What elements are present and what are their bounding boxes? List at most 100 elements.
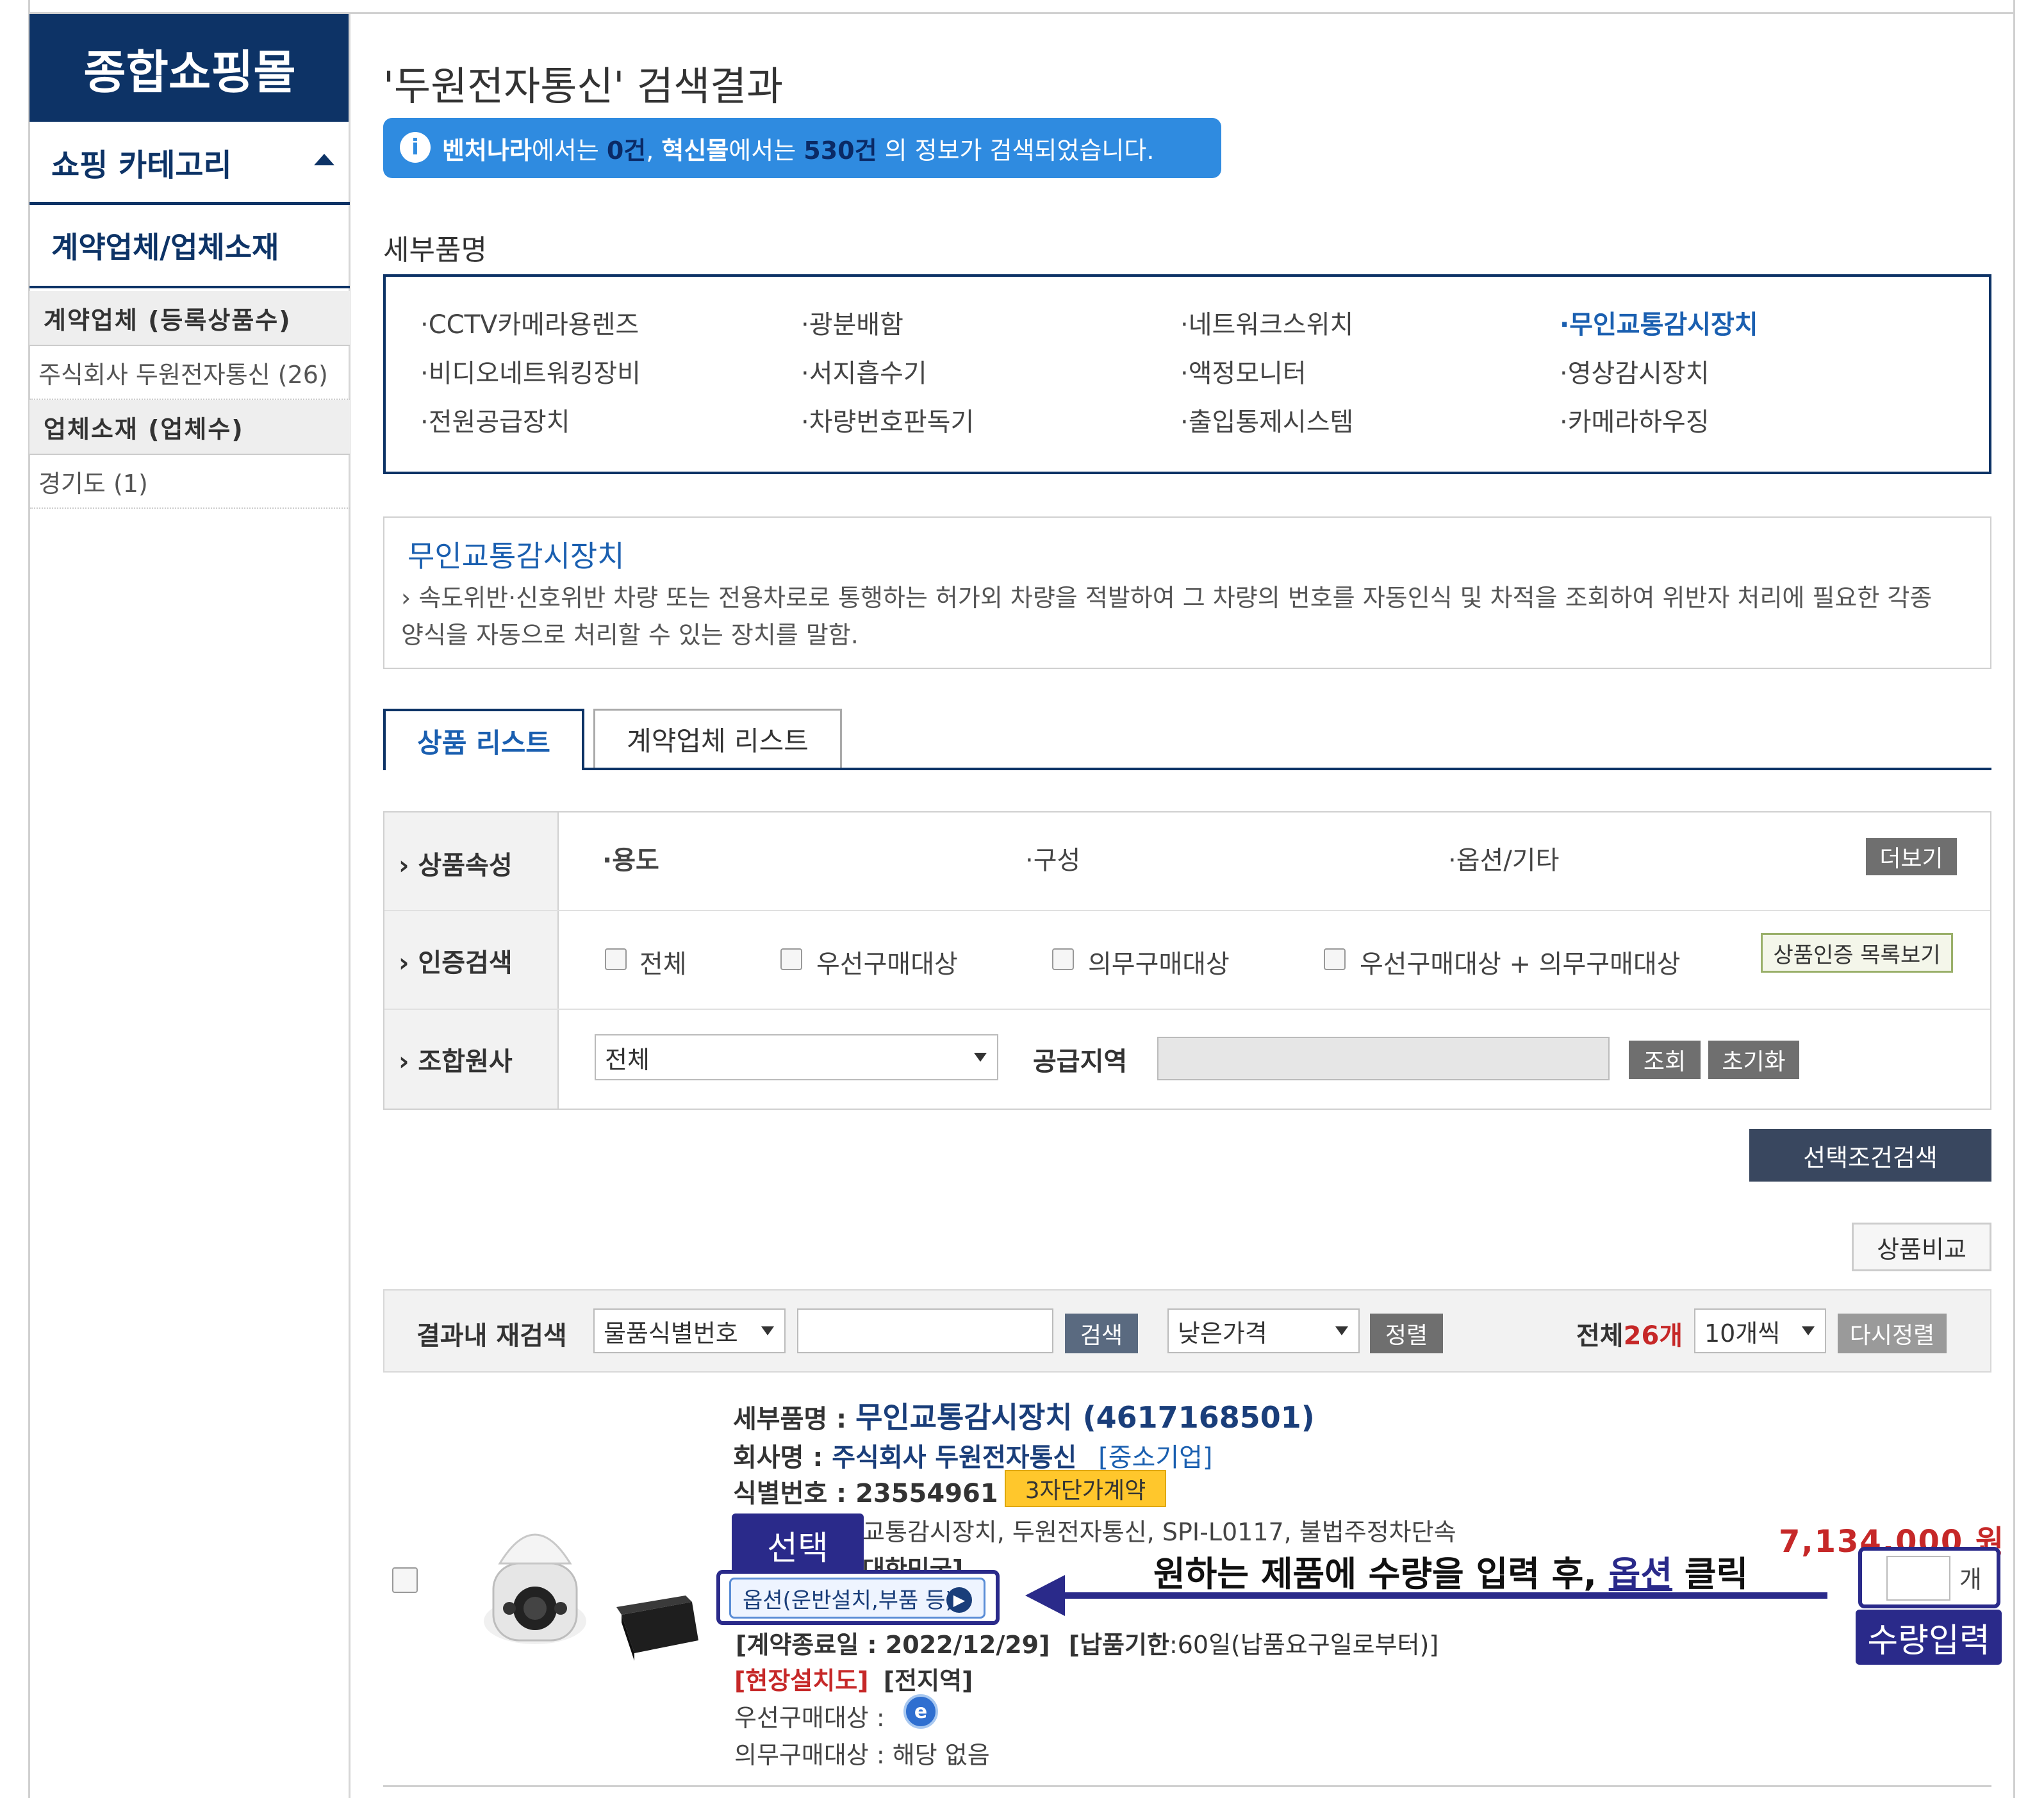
quantity-callout-label: 수량입력 — [1856, 1610, 2002, 1665]
top-border — [28, 0, 2015, 14]
right-border — [2013, 0, 2015, 1798]
category-item[interactable]: ·광분배함 — [801, 304, 903, 341]
contract-company-heading[interactable]: 계약업체/업체소재 — [29, 205, 350, 288]
tab-underline — [383, 768, 1991, 770]
union-select[interactable]: 전체 — [595, 1034, 998, 1080]
option-button-label: 옵션(운반설치,부품 등) — [743, 1587, 954, 1613]
priority-purchase: 우선구매대상 : — [734, 1704, 885, 1732]
category-item[interactable]: ·CCTV카메라용렌즈 — [420, 304, 639, 341]
region-input[interactable] — [1157, 1037, 1610, 1080]
info-icon: i — [400, 132, 431, 163]
per-page-select[interactable]: 10개씩 — [1694, 1308, 1826, 1353]
conditional-search-button[interactable]: 선택조건검색 — [1749, 1129, 1991, 1182]
cert-list-button[interactable]: 상품인증 목록보기 — [1761, 933, 1953, 973]
tab-contract-company-list[interactable]: 계약업체 리스트 — [593, 709, 842, 768]
contract-company-subheading: 계약업체 (등록상품수) — [29, 291, 350, 346]
union-label: › 조합원사 — [399, 1047, 513, 1076]
resort-button[interactable]: 다시정렬 — [1838, 1314, 1947, 1353]
cert-all-checkbox[interactable] — [605, 948, 627, 970]
product-install: [현장설치도] [전지역] — [734, 1661, 973, 1696]
category-item-active[interactable]: ·무인교통감시장치 — [1560, 304, 1758, 341]
banner-text: , — [646, 136, 662, 165]
product-spec[interactable]: 교통감시장치, 두원전자통신, SPI-L0117, 불법주정차단속 — [862, 1512, 1456, 1547]
select-callout-label: 선택 — [732, 1513, 864, 1576]
product-detail-name-link[interactable]: 무인교통감시장치 (4617168501) — [855, 1400, 1315, 1435]
mandatory-purchase: 의무구매대상 : 해당 없음 — [734, 1741, 990, 1769]
category-item[interactable]: ·카메라하우징 — [1560, 401, 1710, 438]
tab-product-list[interactable]: 상품 리스트 — [383, 709, 584, 770]
category-item[interactable]: ·비디오네트워킹장비 — [420, 352, 641, 390]
region-tag: [전지역] — [883, 1667, 973, 1695]
category-item[interactable]: ·영상감시장치 — [1560, 352, 1710, 390]
attribute-label: › 상품속성 — [399, 851, 513, 880]
category-item[interactable]: ·네트워크스위치 — [1180, 304, 1353, 341]
category-item[interactable]: ·차량번호판독기 — [801, 401, 974, 438]
banner-text: 의 정보가 검색되었습니다. — [877, 136, 1155, 165]
banner-venture-label[interactable]: 벤처나라 — [442, 136, 532, 165]
shopping-category-label: 쇼핑 카테고리 — [51, 147, 232, 183]
result-search-button[interactable]: 검색 — [1065, 1314, 1138, 1353]
product-company: 회사명 : 주식회사 두원전자통신 [중소기업] — [733, 1443, 1213, 1472]
cert-all-label: 전체 — [639, 950, 687, 979]
attribute-option-usage[interactable]: ·용도 — [602, 839, 659, 877]
banner-innovation-label[interactable]: 혁신몰 — [661, 136, 729, 165]
cert-mandatory-checkbox[interactable] — [1052, 948, 1074, 970]
arrow-right-icon: ▶ — [946, 1587, 972, 1613]
banner-text: 에서는 — [729, 136, 804, 165]
option-button[interactable]: 옵션(운반설치,부품 등) ▶ — [729, 1578, 985, 1619]
priority-cert-icon[interactable]: e — [903, 1694, 938, 1729]
quantity-unit: 개 — [1959, 1565, 1982, 1594]
search-result-banner: i 벤처나라에서는 0건, 혁신몰에서는 530건 의 정보가 검색되었습니다. — [383, 118, 1221, 178]
description-text: › 속도위반·신호위반 차량 또는 전용차로로 통행하는 허가외 차량을 적발하… — [401, 584, 1933, 649]
category-item[interactable]: ·서지흡수기 — [801, 352, 927, 390]
attribute-option-other[interactable]: ·옵션/기타 — [1448, 839, 1559, 877]
result-search-label: 결과내 재검색 — [416, 1321, 567, 1351]
cert-priority-checkbox[interactable] — [780, 948, 802, 970]
category-item[interactable]: ·전원공급장치 — [420, 401, 570, 438]
compare-button[interactable]: 상품비교 — [1852, 1223, 1991, 1271]
product-contract-line: [계약종료일 : 2022/12/29] [납품기한:60일(납품요구일로부터)… — [736, 1631, 1439, 1659]
company-type-tag: [중소기업] — [1098, 1443, 1213, 1472]
more-button[interactable]: 더보기 — [1866, 838, 1957, 875]
cert-priority-label: 우선구매대상 — [816, 950, 958, 979]
per-page-value: 10개씩 — [1704, 1319, 1781, 1348]
category-item[interactable]: ·출입통제시스템 — [1180, 401, 1353, 438]
shopping-category-toggle[interactable]: 쇼핑 카테고리 — [29, 122, 350, 205]
sort-select[interactable]: 낮은가격 — [1167, 1308, 1360, 1353]
chevron-down-icon — [974, 1053, 987, 1062]
product-company-link[interactable]: 주식회사 두원전자통신 — [832, 1443, 1076, 1472]
certification-label: › 인증검색 — [399, 948, 513, 978]
cert-both-checkbox[interactable] — [1324, 948, 1346, 970]
union-select-value: 전체 — [605, 1045, 650, 1074]
sort-button[interactable]: 정렬 — [1370, 1314, 1443, 1353]
sort-select-value: 낮은가격 — [1178, 1319, 1267, 1348]
row-divider — [384, 1009, 1990, 1010]
contract-type-badge: 3자단가계약 — [1005, 1470, 1166, 1507]
region-label: 공급지역 — [1033, 1047, 1128, 1076]
result-search-input[interactable] — [797, 1308, 1053, 1353]
result-field-value: 물품식별번호 — [604, 1319, 738, 1348]
product-select-checkbox[interactable] — [392, 1567, 418, 1593]
sidebar-item-contract-company[interactable]: 주식회사 두원전자통신 (26) — [29, 346, 350, 400]
install-tag: [현장설치도] — [734, 1667, 869, 1695]
product-image[interactable] — [474, 1493, 711, 1666]
product-detail-name: 세부품명 : 무인교통감시장치 (4617168501) — [733, 1400, 1315, 1435]
lookup-button[interactable]: 조회 — [1629, 1041, 1701, 1079]
reset-button[interactable]: 초기화 — [1708, 1041, 1799, 1079]
banner-text: 에서는 — [531, 136, 607, 165]
cert-both-label: 우선구매대상 + 의무구매대상 — [1360, 950, 1681, 979]
banner-count-venture: 0건 — [606, 136, 647, 165]
chevron-down-icon — [1335, 1326, 1348, 1335]
result-field-select[interactable]: 물품식별번호 — [593, 1308, 786, 1353]
sidebar-title: 종합쇼핑몰 — [29, 14, 350, 122]
total-count: 전체26개 — [1576, 1321, 1683, 1351]
banner-count-innovation: 530건 — [804, 136, 877, 165]
detail-category-label: 세부품명 — [383, 234, 487, 267]
description-title: 무인교통감시장치 — [408, 539, 625, 573]
category-item[interactable]: ·액정모니터 — [1180, 352, 1306, 390]
attribute-option-composition[interactable]: ·구성 — [1025, 839, 1080, 877]
sidebar-item-location[interactable]: 경기도 (1) — [29, 455, 350, 509]
instruction-text: 원하는 제품에 수량을 입력 후, 옵션 클릭 — [1153, 1554, 1749, 1594]
caret-up-icon — [314, 154, 334, 165]
quantity-input[interactable] — [1886, 1556, 1950, 1601]
